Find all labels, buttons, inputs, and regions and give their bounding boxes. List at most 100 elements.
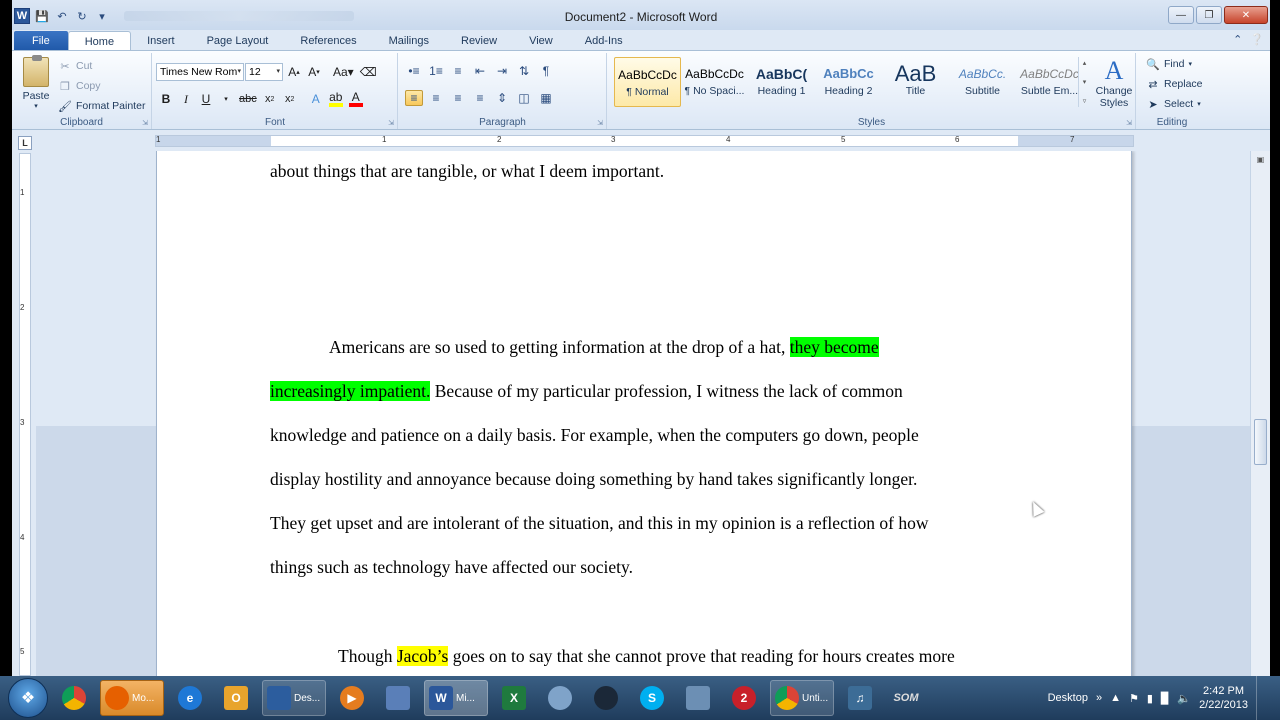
numbering-icon[interactable]: 1≡ (427, 63, 445, 79)
multilevel-list-icon[interactable]: ≡ (449, 63, 467, 79)
italic-icon[interactable]: I (179, 91, 193, 107)
select-button[interactable]: ➤ Select ▾ (1146, 97, 1200, 111)
change-styles-button[interactable]: A Change Styles (1094, 57, 1134, 110)
chevron-down-icon[interactable]: ▾ (219, 91, 233, 107)
tab-mailings[interactable]: Mailings (373, 31, 445, 51)
music-taskbar-button[interactable]: ♫ (840, 680, 880, 716)
show-marks-icon[interactable]: ¶ (537, 63, 555, 79)
excel-taskbar-button[interactable]: X (494, 680, 534, 716)
vertical-ruler-strip[interactable] (19, 153, 31, 676)
tab-selector-icon[interactable]: L (18, 136, 32, 150)
media-player-taskbar-button[interactable]: ▶ (332, 680, 372, 716)
align-center-icon[interactable]: ≡ (427, 90, 445, 106)
flag-icon[interactable]: ⚑ (1129, 692, 1139, 705)
chevron-down-icon[interactable]: ▾ (1083, 78, 1087, 86)
text-effects-icon[interactable]: A (309, 91, 323, 107)
dialog-launcher-icon[interactable]: ⇲ (142, 119, 148, 127)
ruler-toggle-icon[interactable]: ▣ (1254, 155, 1267, 169)
start-button[interactable]: ❖ (8, 678, 48, 718)
tab-references[interactable]: References (284, 31, 372, 51)
network-taskbar-button[interactable] (540, 680, 580, 716)
close-button[interactable]: ✕ (1224, 6, 1268, 24)
font-name-box[interactable]: Times New Rom ▾ (156, 63, 244, 81)
word-taskbar-button[interactable]: W Mi... (424, 680, 488, 716)
underline-icon[interactable]: U (199, 91, 213, 107)
bullets-icon[interactable]: •≡ (405, 63, 423, 79)
more-icon[interactable]: ▿ (1083, 97, 1087, 105)
ie-taskbar-button[interactable]: e (170, 680, 210, 716)
app-taskbar-button[interactable] (378, 680, 418, 716)
minimize-ribbon-icon[interactable]: ⌃ (1233, 33, 1242, 46)
show-desktop-button[interactable] (1256, 676, 1270, 720)
style-no-spacing[interactable]: AaBbCcDc ¶ No Spaci... (681, 57, 748, 107)
tab-file[interactable]: File (14, 31, 68, 51)
tab-page-layout[interactable]: Page Layout (191, 31, 285, 51)
restore-button[interactable]: ❐ (1196, 6, 1222, 24)
wifi-taskbar-button[interactable] (678, 680, 718, 716)
clear-formatting-icon[interactable]: ⌫ (360, 64, 377, 80)
change-case-icon[interactable]: Aa▾ (333, 64, 354, 80)
tray-expand-icon[interactable]: ▲ (1110, 692, 1121, 704)
copy-button[interactable]: ❐ Copy (58, 79, 100, 93)
dialog-launcher-icon[interactable]: ⇲ (388, 119, 394, 127)
tab-add-ins[interactable]: Add-Ins (569, 31, 639, 51)
steam-taskbar-button[interactable] (586, 680, 626, 716)
signal-icon[interactable]: ▉ (1161, 692, 1169, 705)
tab-home[interactable]: Home (67, 31, 132, 51)
clock[interactable]: 2:42 PM 2/22/2013 (1199, 684, 1248, 712)
style-subtle-emphasis[interactable]: AaBbCcDc Subtle Em... (1016, 57, 1083, 107)
dialog-launcher-icon[interactable]: ⇲ (1126, 119, 1132, 127)
align-left-icon[interactable]: ≡ (405, 90, 423, 106)
help-icon[interactable]: ❔ (1250, 33, 1264, 46)
replace-button[interactable]: ⇄ Replace (1146, 77, 1202, 91)
styles-gallery-scroll[interactable]: ▴ ▾ ▿ (1078, 57, 1090, 107)
chevron-right-icon[interactable]: » (1096, 692, 1102, 704)
shrink-font-icon[interactable]: A ▾ (307, 64, 321, 80)
style-subtitle[interactable]: AaBbCc. Subtitle (949, 57, 1016, 107)
justify-icon[interactable]: ≡ (471, 90, 489, 106)
desktop-toolbar[interactable]: Desktop (1048, 692, 1088, 704)
style-normal[interactable]: AaBbCcDc ¶ Normal (614, 57, 681, 107)
tab-view[interactable]: View (513, 31, 569, 51)
font-size-box[interactable]: 12 ▾ (245, 63, 283, 81)
format-painter-button[interactable]: 🖌 Format Painter (58, 99, 145, 113)
font-color-icon[interactable]: A (348, 90, 363, 107)
style-heading-2[interactable]: AaBbCc Heading 2 (815, 57, 882, 107)
cut-button[interactable]: ✂ Cut (58, 59, 92, 73)
document-page[interactable]: about things that are tangible, or what … (156, 151, 1132, 676)
decrease-indent-icon[interactable]: ⇤ (471, 63, 489, 79)
outlook-taskbar-button[interactable]: O (216, 680, 256, 716)
scrollbar-thumb[interactable] (1254, 419, 1267, 465)
paste-button[interactable]: Paste ▾ (18, 55, 54, 110)
style-title[interactable]: AaB Title (882, 57, 949, 107)
bold-icon[interactable]: B (159, 91, 173, 107)
firefox-taskbar-button[interactable]: Mo... (100, 680, 164, 716)
style-heading-1[interactable]: AaBbC( Heading 1 (748, 57, 815, 107)
line-spacing-icon[interactable]: ⇕ (493, 90, 511, 106)
increase-indent-icon[interactable]: ⇥ (493, 63, 511, 79)
chrome-taskbar-button[interactable] (54, 680, 94, 716)
battery-icon[interactable]: ▮ (1147, 692, 1153, 705)
volume-icon[interactable]: 🔈 (1177, 692, 1191, 705)
minimize-button[interactable]: — (1168, 6, 1194, 24)
desktop-taskbar-button[interactable]: Des... (262, 680, 326, 716)
skype-taskbar-button[interactable]: S (632, 680, 672, 716)
highlight-icon[interactable]: ab (328, 90, 343, 107)
tab-review[interactable]: Review (445, 31, 513, 51)
tab-insert[interactable]: Insert (131, 31, 191, 51)
vertical-scrollbar[interactable]: ▣ (1250, 151, 1270, 676)
strikethrough-icon[interactable]: abc (239, 91, 257, 107)
borders-icon[interactable]: ▦ (537, 90, 555, 106)
align-right-icon[interactable]: ≡ (449, 90, 467, 106)
grow-font-icon[interactable]: A ▴ (287, 64, 301, 80)
superscript-icon[interactable]: x2 (283, 91, 297, 107)
ruler-strip[interactable]: 1 1 2 3 4 5 6 7 (155, 135, 1134, 147)
som-taskbar-button[interactable]: SOM (886, 680, 926, 716)
app2-taskbar-button[interactable]: 2 (724, 680, 764, 716)
shading-icon[interactable]: ◫ (515, 90, 533, 106)
sort-icon[interactable]: ⇅ (515, 63, 533, 79)
dialog-launcher-icon[interactable]: ⇲ (597, 119, 603, 127)
subscript-icon[interactable]: x2 (263, 91, 277, 107)
chevron-up-icon[interactable]: ▴ (1083, 59, 1087, 67)
chrome-window-taskbar-button[interactable]: Unti... (770, 680, 834, 716)
